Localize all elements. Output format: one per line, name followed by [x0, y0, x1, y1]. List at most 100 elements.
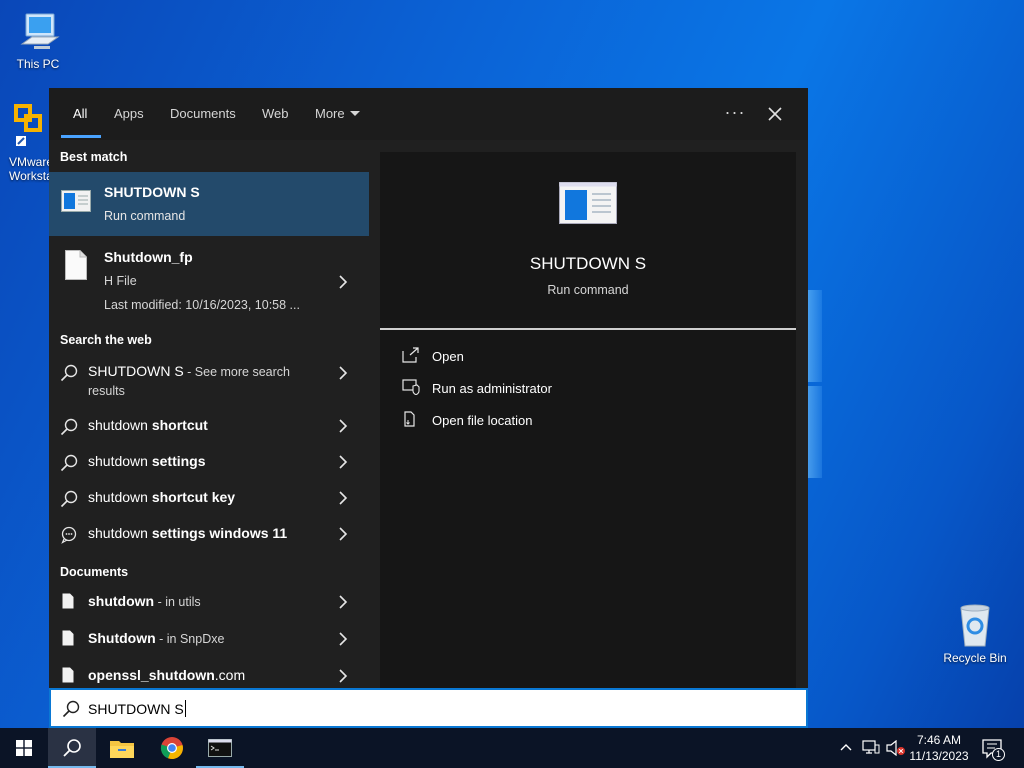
terminal-icon — [208, 739, 232, 757]
chevron-right-icon[interactable] — [338, 419, 348, 433]
search-icon — [60, 418, 78, 436]
web-result-item[interactable]: shutdown shortcut key — [49, 480, 369, 516]
web-result-text: shutdown shortcut key — [88, 489, 235, 505]
web-result-text: shutdown shortcut — [88, 417, 208, 433]
shield-icon — [402, 379, 420, 395]
wallpaper-streak — [808, 290, 822, 382]
chevron-right-icon[interactable] — [338, 275, 348, 289]
search-icon — [60, 490, 78, 508]
file-location-icon — [404, 411, 415, 427]
action-center-button[interactable]: 1 — [982, 738, 1005, 761]
web-result-item[interactable]: SHUTDOWN S - See more search results — [49, 354, 369, 406]
desktop-icon-label: VMware Workstation — [9, 155, 50, 183]
web-result-item[interactable]: shutdown settings — [49, 444, 369, 480]
chrome-icon — [160, 737, 183, 760]
file-result-modified: Last modified: 10/16/2023, 10:58 ... — [104, 298, 300, 312]
tab-web[interactable]: Web — [262, 88, 289, 140]
chevron-right-icon[interactable] — [338, 491, 348, 505]
desktop-icon-this-pc[interactable]: This PC — [0, 10, 76, 71]
desktop-icon-label: This PC — [16, 57, 60, 71]
web-result-query: SHUTDOWN S — [88, 363, 184, 379]
clock-date: 11/13/2023 — [909, 749, 969, 763]
document-result-name: shutdown — [88, 593, 155, 609]
tab-all[interactable]: All — [73, 88, 87, 140]
document-result-location: - in utils — [154, 595, 201, 609]
ellipsis-icon[interactable]: ··· — [721, 100, 749, 128]
web-result-text: shutdown settings — [88, 453, 206, 469]
section-heading-documents: Documents — [60, 565, 129, 579]
web-result-item[interactable]: shutdown shortcut — [49, 408, 369, 444]
file-result-title: Shutdown_fp — [104, 249, 193, 265]
tab-more-label: More — [315, 106, 345, 121]
chevron-right-icon[interactable] — [338, 595, 348, 609]
network-icon[interactable] — [862, 740, 880, 756]
document-icon — [62, 630, 74, 646]
action-open[interactable]: Open — [402, 345, 702, 369]
taskbar-terminal[interactable] — [196, 728, 244, 768]
taskbar-file-explorer[interactable] — [98, 728, 146, 768]
web-result-plain: shutdown — [88, 453, 152, 469]
taskbar-chrome[interactable] — [148, 728, 196, 768]
web-result-bold: shortcut key — [151, 489, 236, 505]
system-clock[interactable]: 7:46 AM 11/13/2023 — [904, 732, 974, 764]
preview-title: SHUTDOWN S — [529, 254, 647, 273]
chevron-right-icon[interactable] — [338, 527, 348, 541]
document-icon — [62, 667, 74, 683]
vmware-icon — [14, 104, 42, 146]
volume-muted-icon[interactable] — [886, 740, 906, 756]
results-list: Best match SHUTDOWN S Run command Shutdo… — [49, 140, 369, 688]
best-match-item[interactable]: SHUTDOWN S Run command — [49, 172, 369, 236]
action-run-as-administrator[interactable]: Run as administrator — [402, 377, 702, 401]
text-cursor — [184, 700, 186, 717]
run-command-icon — [559, 182, 617, 224]
taskbar-search-button[interactable] — [48, 728, 96, 768]
file-result-type: H File — [104, 274, 137, 288]
close-icon[interactable] — [761, 100, 789, 128]
document-result-item[interactable]: shutdown - in utils — [49, 584, 369, 620]
web-result-item[interactable]: shutdown settings windows 11 — [49, 516, 369, 552]
file-result-item[interactable]: Shutdown_fp H File Last modified: 10/16/… — [49, 240, 369, 320]
start-button[interactable] — [0, 728, 48, 768]
chevron-right-icon[interactable] — [338, 366, 348, 380]
search-icon — [60, 454, 78, 472]
best-match-subtitle: Run command — [104, 209, 186, 223]
tab-apps[interactable]: Apps — [114, 88, 144, 140]
search-icon — [62, 700, 80, 718]
search-panel: All Apps Documents Web More ··· Best mat… — [49, 88, 808, 688]
best-match-title: SHUTDOWN S — [104, 184, 200, 200]
file-explorer-icon — [110, 741, 134, 758]
web-result-text: shutdown settings windows 11 — [88, 525, 287, 541]
taskbar: 7:46 AM 11/13/2023 1 — [0, 728, 1024, 768]
section-heading-best-match: Best match — [60, 150, 128, 164]
search-input[interactable]: SHUTDOWN S — [49, 688, 808, 728]
desktop-icon-vmware[interactable]: VMware Workstation — [0, 102, 50, 183]
run-command-icon — [61, 190, 91, 212]
wallpaper-streak — [808, 386, 822, 478]
action-label: Run as administrator — [432, 381, 552, 396]
document-result-item[interactable]: Shutdown - in SnpDxe — [49, 621, 369, 657]
search-input-value: SHUTDOWN S — [88, 700, 186, 717]
section-heading-search-web: Search the web — [60, 333, 152, 347]
chevron-down-icon — [349, 111, 360, 116]
file-icon — [65, 250, 87, 280]
chevron-up-icon[interactable] — [840, 742, 852, 752]
desktop-icon-recycle-bin[interactable]: Recycle Bin — [937, 602, 1013, 665]
action-label: Open — [432, 349, 464, 364]
tab-more[interactable]: More — [315, 88, 360, 140]
chevron-right-icon[interactable] — [338, 632, 348, 646]
document-result-ext: .com — [214, 667, 246, 683]
document-result-name: openssl_shutdown — [88, 667, 215, 683]
web-result-suffix-line2: results — [88, 384, 125, 398]
chevron-right-icon[interactable] — [338, 455, 348, 469]
document-icon — [62, 593, 74, 609]
notification-count-badge: 1 — [992, 748, 1005, 761]
chevron-right-icon[interactable] — [338, 669, 348, 683]
open-icon — [402, 347, 419, 363]
document-result-item[interactable]: openssl_shutdown.com — [49, 658, 369, 688]
search-icon — [63, 739, 81, 757]
action-open-file-location[interactable]: Open file location — [402, 409, 702, 433]
action-label: Open file location — [432, 413, 533, 428]
search-icon — [60, 364, 78, 382]
document-result-text: Shutdown - in SnpDxe — [88, 630, 224, 646]
tab-documents[interactable]: Documents — [170, 88, 236, 140]
